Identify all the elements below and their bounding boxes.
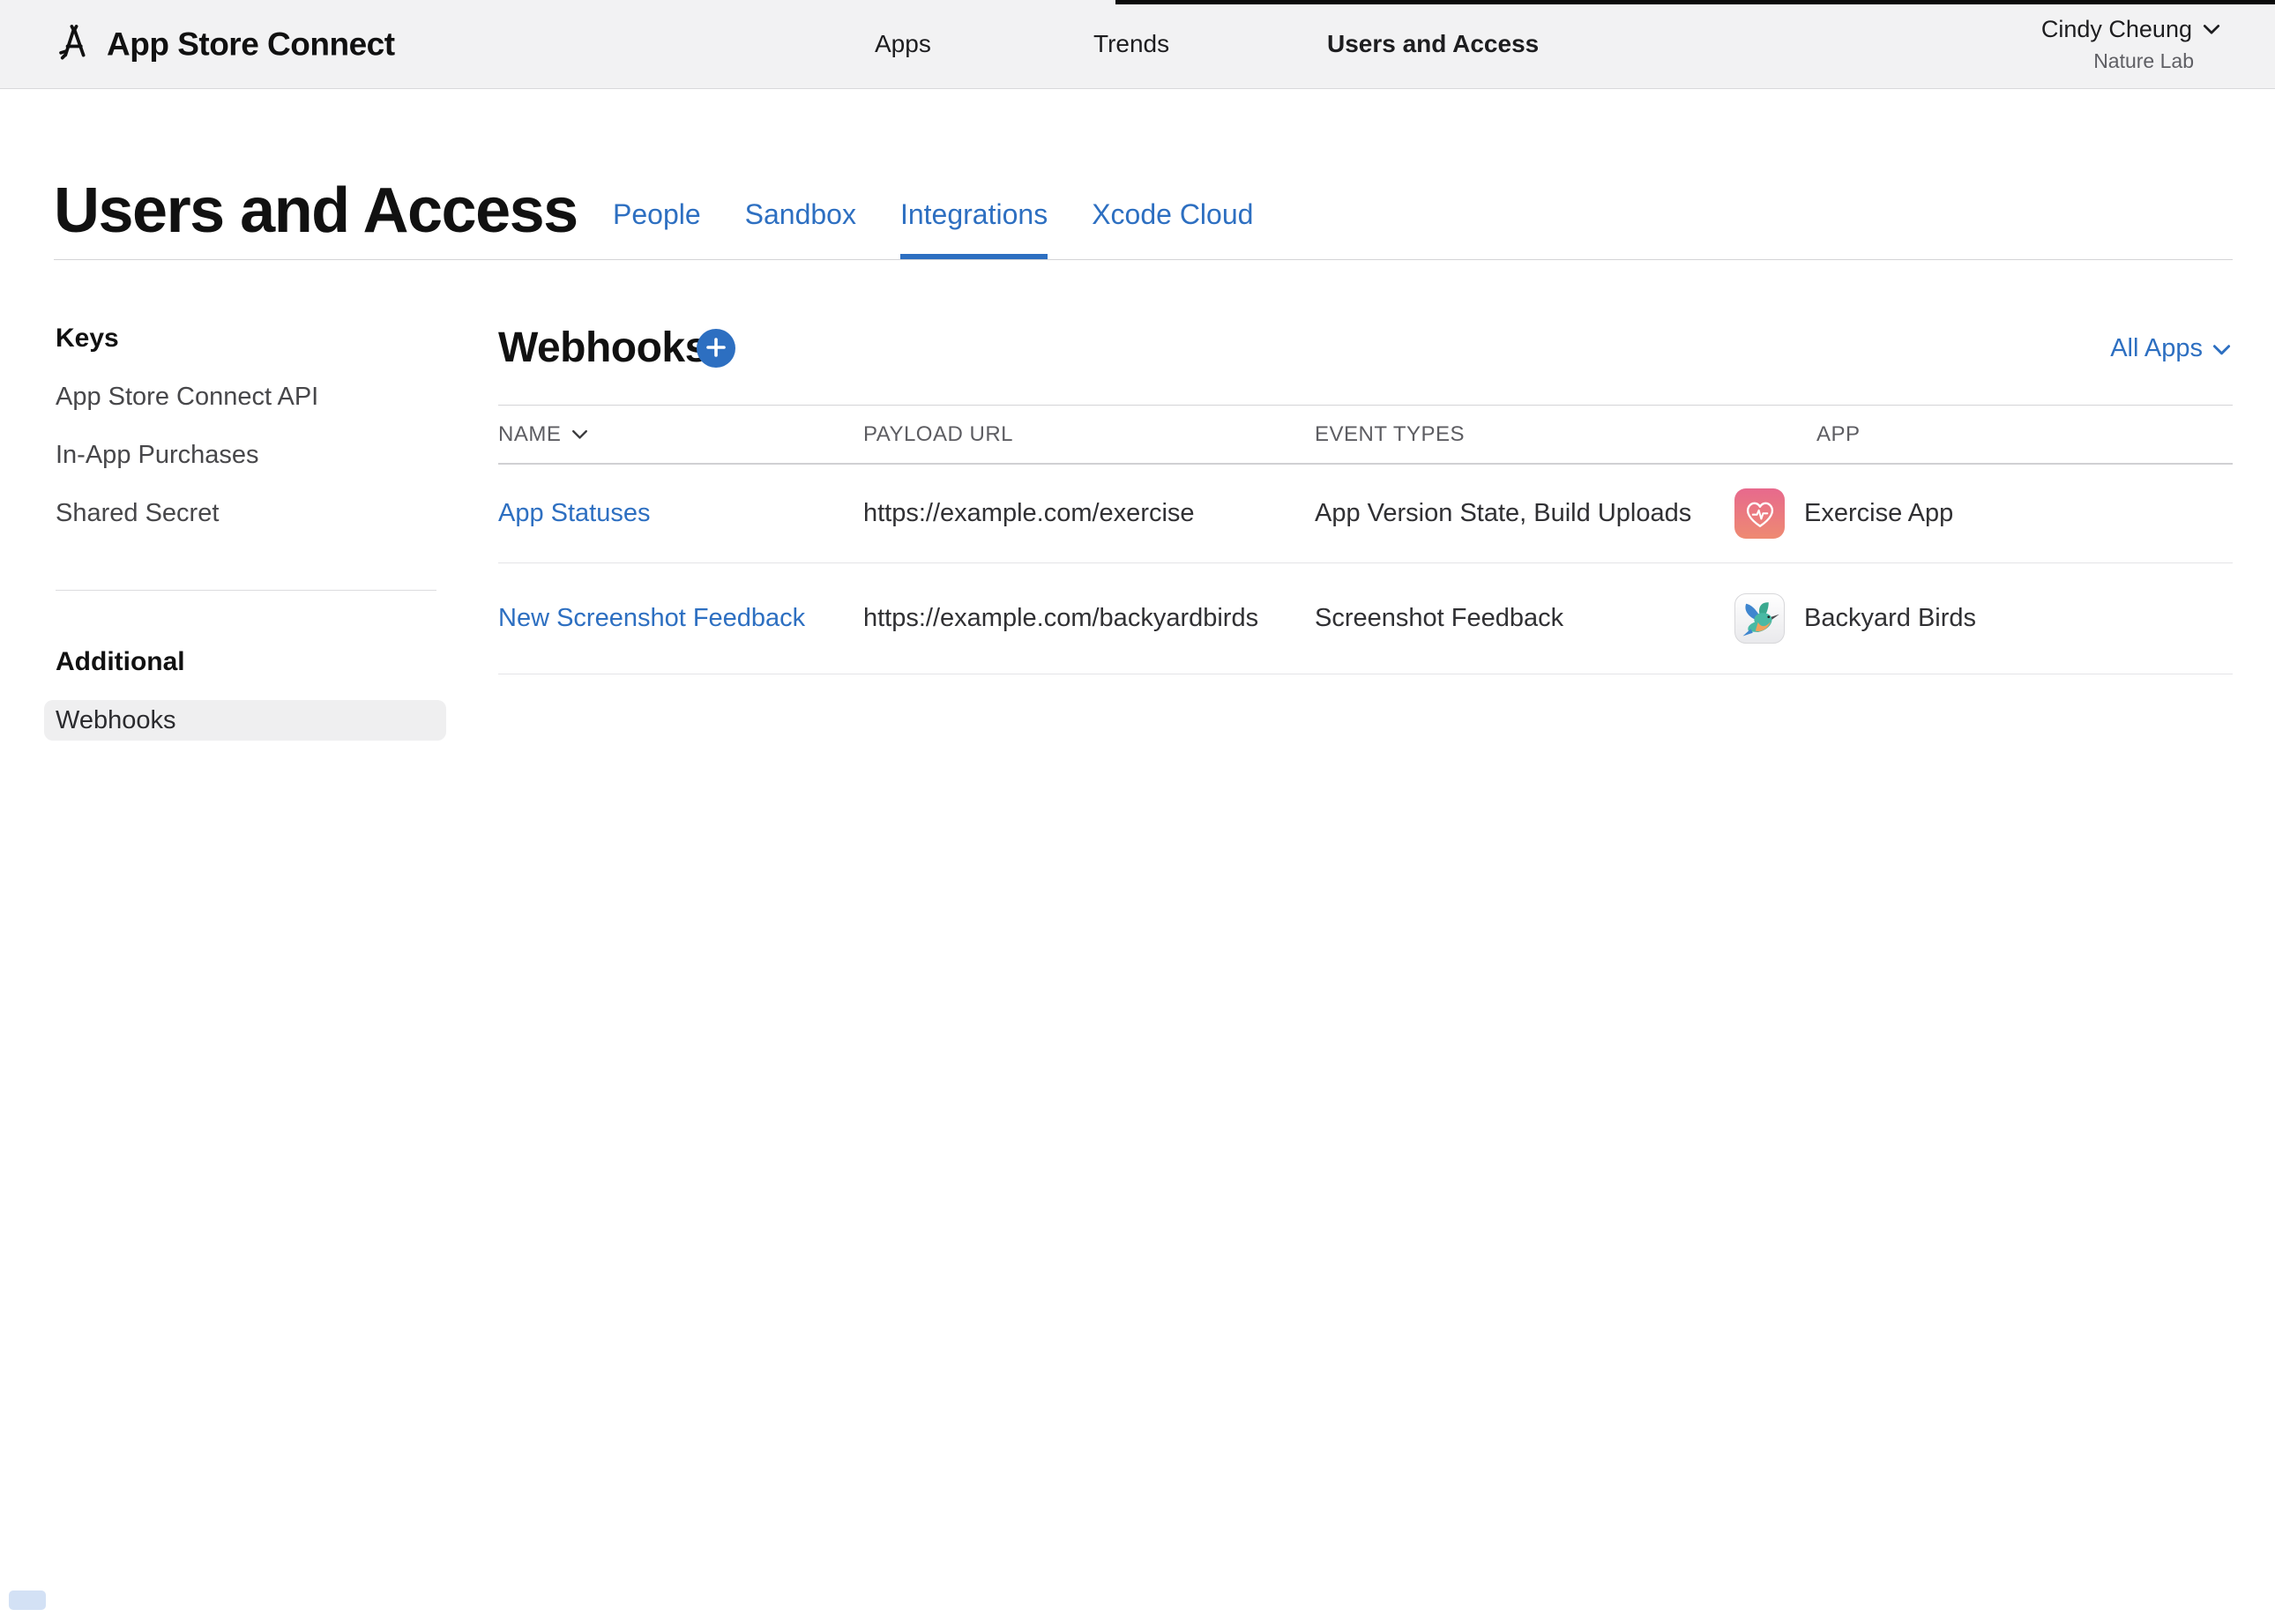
- chevron-down-icon: [571, 429, 588, 440]
- account-menu: Cindy Cheung Nature Lab: [2041, 16, 2220, 73]
- webhooks-panel: Webhooks All Apps NAME: [498, 260, 2233, 674]
- account-name-button[interactable]: Cindy Cheung: [2041, 16, 2220, 43]
- column-header-event-types: EVENT TYPES: [1315, 422, 1734, 447]
- page-head: Users and Access People Sandbox Integrat…: [54, 89, 2233, 260]
- brand-title: App Store Connect: [107, 26, 395, 63]
- tab-integrations[interactable]: Integrations: [900, 200, 1048, 259]
- heart-pulse-app-icon: [1734, 488, 1785, 539]
- account-name: Cindy Cheung: [2041, 16, 2192, 43]
- filter-label: All Apps: [2110, 334, 2203, 363]
- sidebar-item-app-store-connect-api[interactable]: App Store Connect API: [56, 383, 446, 412]
- sidebar-item-webhooks[interactable]: Webhooks: [44, 700, 446, 741]
- column-header-app: APP: [1734, 422, 2233, 447]
- tab-sandbox[interactable]: Sandbox: [745, 200, 856, 259]
- top-screen-artifact: [1115, 0, 2275, 4]
- tab-people[interactable]: People: [613, 200, 701, 259]
- all-apps-filter[interactable]: All Apps: [2110, 334, 2231, 363]
- nav-link-apps[interactable]: Apps: [875, 30, 931, 58]
- sidebar-item-in-app-purchases[interactable]: In-App Purchases: [56, 441, 446, 470]
- tab-xcode-cloud[interactable]: Xcode Cloud: [1092, 200, 1253, 259]
- brand[interactable]: App Store Connect: [54, 22, 395, 67]
- add-webhook-button[interactable]: [697, 329, 735, 368]
- sidebar-divider: [56, 590, 436, 591]
- table-header-row: NAME PAYLOAD URL EVENT TYPES APP: [498, 406, 2233, 465]
- hummingbird-app-icon: [1734, 593, 1785, 644]
- payload-url: https://example.com/backyardbirds: [863, 604, 1315, 633]
- app-name: Backyard Birds: [1804, 604, 1976, 633]
- sidebar-heading-additional: Additional: [56, 647, 446, 677]
- payload-url: https://example.com/exercise: [863, 499, 1315, 528]
- column-header-name-label: NAME: [498, 422, 561, 447]
- column-header-payload-url: PAYLOAD URL: [863, 422, 1315, 447]
- column-header-name[interactable]: NAME: [498, 422, 863, 447]
- webhooks-table: NAME PAYLOAD URL EVENT TYPES APP App Sta…: [498, 405, 2233, 674]
- bottom-left-artifact: [9, 1590, 46, 1610]
- event-types: Screenshot Feedback: [1315, 604, 1734, 633]
- table-row: App Statuses https://example.com/exercis…: [498, 465, 2233, 563]
- top-navbar: App Store Connect Apps Trends Users and …: [0, 0, 2275, 89]
- sidebar-item-shared-secret[interactable]: Shared Secret: [56, 499, 446, 528]
- app-store-connect-logo-icon: [54, 22, 94, 67]
- event-types: App Version State, Build Uploads: [1315, 499, 1734, 528]
- plus-icon: [705, 336, 727, 361]
- app-cell: Backyard Birds: [1734, 593, 2233, 644]
- page-title: Users and Access: [54, 179, 578, 242]
- chevron-down-icon: [2212, 334, 2231, 363]
- table-row: New Screenshot Feedback https://example.…: [498, 563, 2233, 674]
- nav-link-users-and-access[interactable]: Users and Access: [1327, 30, 1539, 58]
- section-tabs: People Sandbox Integrations Xcode Cloud: [613, 200, 1253, 259]
- webhook-name-link[interactable]: App Statuses: [498, 499, 863, 528]
- sidebar-heading-keys: Keys: [56, 324, 446, 354]
- panel-title: Webhooks: [498, 327, 708, 369]
- app-cell: Exercise App: [1734, 488, 2233, 539]
- webhook-name-link[interactable]: New Screenshot Feedback: [498, 604, 863, 633]
- nav-link-trends[interactable]: Trends: [1093, 30, 1169, 58]
- panel-head: Webhooks All Apps: [498, 260, 2233, 405]
- chevron-down-icon: [2203, 24, 2220, 35]
- app-name: Exercise App: [1804, 499, 1953, 528]
- account-organization: Nature Lab: [2041, 49, 2220, 73]
- sidebar: Keys App Store Connect API In-App Purcha…: [44, 260, 446, 741]
